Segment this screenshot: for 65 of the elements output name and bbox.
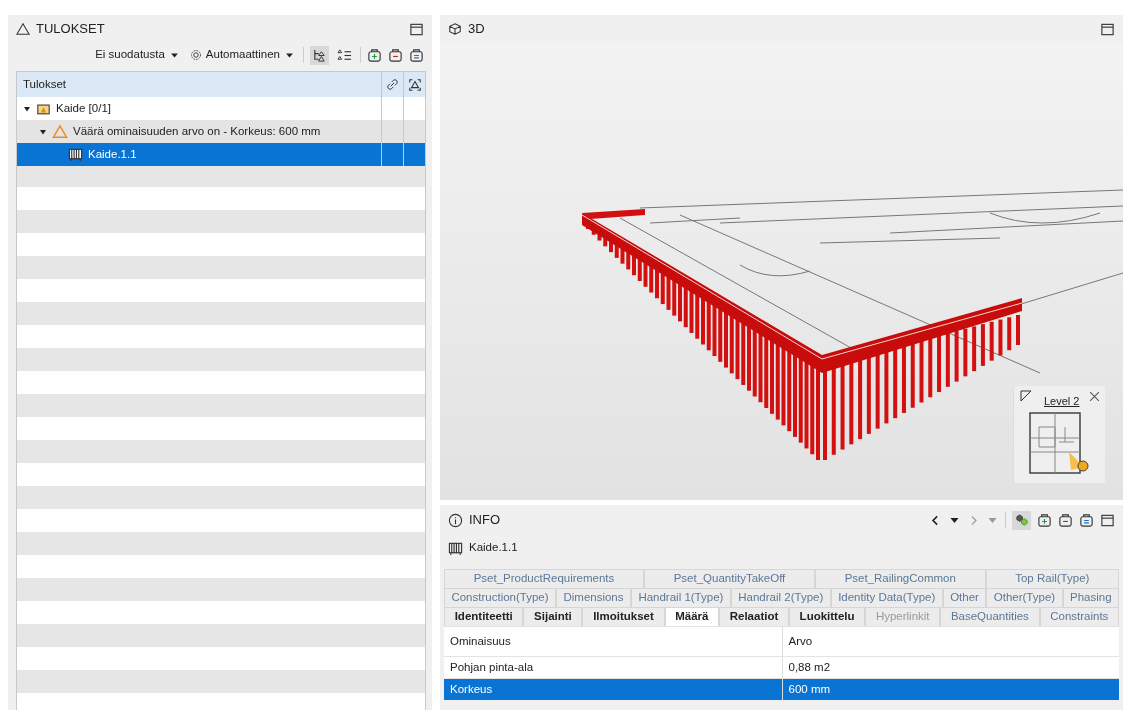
tree-view-icon [312,47,327,63]
set-basket-icon[interactable] [409,47,424,63]
tab[interactable]: Pset_QuantityTakeOff [644,569,815,588]
info-icon [448,512,463,528]
column-header: Ominaisuus [449,633,512,649]
tab[interactable]: Ilmoitukset [582,607,665,626]
panel-title: TULOKSET [36,20,106,39]
tree-row[interactable]: Kaide.1.1 [17,143,425,166]
list-view-icon [337,47,352,63]
expand-caret-icon[interactable] [39,127,47,136]
tree-row[interactable]: Väärä ominaisuuden arvo on - Korkeus: 600 mm [17,120,425,143]
isolate-icon[interactable] [407,77,422,92]
link-icon[interactable] [386,78,399,91]
tab[interactable]: Sijainti [523,607,583,626]
warning-icon [16,22,30,36]
tab[interactable]: Construction(Type) [444,588,556,607]
maximize-icon[interactable] [1100,21,1115,37]
panel-title: 3D [468,20,486,39]
mode-dropdown[interactable]: Automaattinen [187,45,297,65]
tab[interactable]: Pset_RailingCommon [815,569,986,588]
tab[interactable]: Constraints [1039,607,1119,626]
cube-icon [448,22,462,36]
column-header: Arvo [781,627,1119,656]
tab[interactable]: Other [942,588,987,607]
add-basket-icon[interactable] [1037,512,1052,528]
table-cell: 600 mm [781,679,1119,700]
tab[interactable]: Määrä [664,607,720,626]
filter-dropdown[interactable]: Ei suodatusta [93,45,182,65]
panel-title: INFO [469,511,502,530]
remove-basket-icon[interactable] [1058,512,1073,528]
tab[interactable]: Pset_ProductRequirements [444,569,644,588]
railing-icon [448,540,463,556]
table-cell-text: Korkeus [449,681,494,697]
railing-icon [68,147,83,162]
tab[interactable]: Phasing [1062,588,1119,607]
section-icon[interactable] [1020,390,1032,402]
tab[interactable]: Luokittelu [788,607,866,626]
column-header: Tulokset [23,76,67,92]
remove-basket-icon[interactable] [388,47,403,63]
expand-caret-icon[interactable] [23,104,31,113]
tree-label: Kaide [0/1] [56,100,111,116]
tree-row[interactable]: Kaide [0/1] [17,97,425,120]
property-row[interactable]: Korkeus 600 mm [444,678,1119,700]
add-basket-icon[interactable] [367,47,382,63]
table-cell-text: Pohjan pinta-ala [449,659,535,675]
tab[interactable]: BaseQuantities [940,607,1040,626]
tab[interactable]: Identity Data(Type) [830,588,943,607]
tab[interactable]: Top Rail(Type) [985,569,1120,588]
warning-icon [52,124,68,139]
tab[interactable]: Handrail 1(Type) [630,588,731,607]
object-name: Kaide.1.1 [469,540,518,556]
tab[interactable]: Relaatiot [719,607,789,626]
tree-view-button[interactable] [310,45,329,65]
close-icon[interactable] [1088,390,1101,403]
level-label: Level 2 [1044,394,1080,409]
maximize-icon[interactable] [1100,512,1115,528]
tab[interactable]: Handrail 2(Type) [730,588,831,607]
tree-label: Väärä ominaisuuden arvo on - Korkeus: 600 mm [73,123,321,139]
tab[interactable]: Identiteetti [444,607,524,626]
maximize-icon[interactable] [409,21,424,37]
folder-warning-icon [36,101,51,116]
tab[interactable]: Other(Type) [986,588,1063,607]
tree-label: Kaide.1.1 [88,146,137,162]
tab[interactable]: Dimensions [556,588,631,607]
set-basket-icon[interactable] [1079,512,1094,528]
